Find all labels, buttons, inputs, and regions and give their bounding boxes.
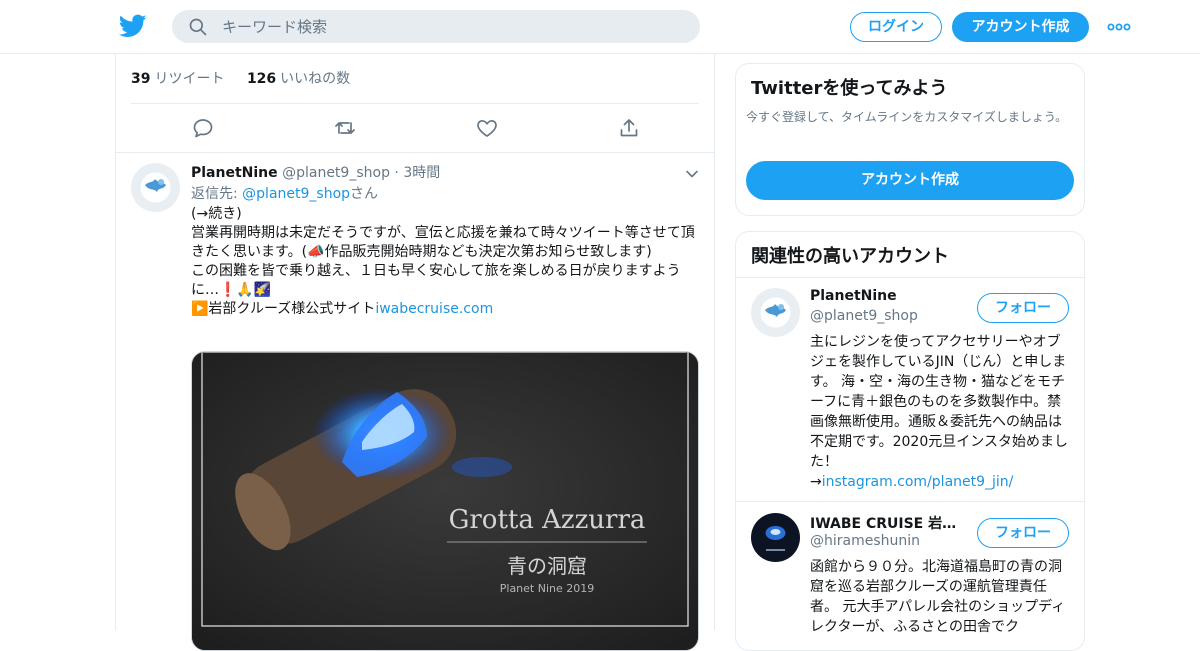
signup-button[interactable]: アカウント作成 <box>952 12 1089 42</box>
retweet-stat[interactable]: 39 リツイート <box>131 54 224 104</box>
signup-prompt-button[interactable]: アカウント作成 <box>746 161 1074 200</box>
signup-prompt-card: Twitterを使ってみよう 今すぐ登録して、タイムラインをカスタマイズしましょ… <box>735 63 1085 216</box>
tweet-author-handle[interactable]: @planet9_shop <box>282 165 390 181</box>
reply-to-link[interactable]: @planet9_shop <box>242 186 350 202</box>
follow-button[interactable]: フォロー <box>977 293 1069 323</box>
like-stat[interactable]: 126 いいねの数 <box>247 54 350 104</box>
search-input[interactable] <box>222 10 682 43</box>
login-button[interactable]: ログイン <box>850 12 942 42</box>
tweet-time[interactable]: 3時間 <box>403 165 440 181</box>
media-subtitle-text: 青の洞窟 <box>507 554 587 578</box>
tweet-header: PlanetNine @planet9_shop · 3時間 <box>191 163 699 183</box>
share-icon[interactable] <box>617 116 641 140</box>
tweet-text: (→続き) 営業再開時期は未定だそうですが、宣伝と応援を兼ねて時々ツイート等させ… <box>191 206 695 317</box>
media-caption-text: Planet Nine 2019 <box>500 582 595 595</box>
media-title-text: Grotta Azzurra <box>449 505 646 535</box>
tweet-actions <box>116 104 714 153</box>
signup-prompt-title: Twitterを使ってみよう <box>751 78 948 99</box>
tweet-media-image[interactable]: Grotta Azzurra 青の洞窟 Planet Nine 2019 <box>191 351 699 651</box>
main-column: 39 リツイート 126 いいねの数 PlanetNine @planet9_s… <box>115 54 715 651</box>
instagram-link[interactable]: instagram.com/planet9_jin/ <box>822 474 1014 490</box>
meta-separator: · <box>394 165 404 181</box>
reply-to: 返信先: @planet9_shopさん <box>191 186 379 202</box>
account-bio: 函館から９０分。北海道福島町の青の洞窟を巡る岩部クルーズの運航管理責任者。 元大… <box>810 559 1066 635</box>
related-accounts-card: 関連性の高いアカウント PlanetNine @planet9_shop フォロ… <box>735 231 1085 651</box>
retweet-icon[interactable] <box>333 116 357 140</box>
search-bar[interactable] <box>172 10 700 43</box>
planet-avatar-image <box>131 163 180 212</box>
signup-prompt-desc: 今すぐ登録して、タイムラインをカスタマイズしましょう。 <box>746 110 1068 124</box>
iwabecruise-link[interactable]: iwabecruise.com <box>375 301 493 317</box>
account-avatar[interactable] <box>751 513 800 562</box>
like-icon[interactable] <box>475 116 499 140</box>
divider <box>736 501 1084 502</box>
account-name[interactable]: IWABE CRUISE 岩… <box>810 513 960 533</box>
tweet-author-name[interactable]: PlanetNine <box>191 165 278 181</box>
related-account-item[interactable]: IWABE CRUISE 岩… @hirameshunin フォロー 函館から９… <box>736 503 1084 650</box>
more-options-icon[interactable] <box>1107 18 1131 36</box>
top-bar: ログイン アカウント作成 <box>0 0 1200 54</box>
reply-tweet[interactable]: PlanetNine @planet9_shop · 3時間 返信先: @pla… <box>116 153 714 651</box>
grotta-azzurra-photo: Grotta Azzurra 青の洞窟 Planet Nine 2019 <box>192 352 698 650</box>
twitter-bird-icon[interactable] <box>119 12 147 40</box>
related-account-item[interactable]: PlanetNine @planet9_shop フォロー 主にレジンを使ってア… <box>736 278 1084 502</box>
follow-button[interactable]: フォロー <box>977 518 1069 548</box>
account-avatar[interactable] <box>751 288 800 337</box>
account-name[interactable]: PlanetNine <box>810 288 960 304</box>
cave-avatar-image <box>751 513 800 562</box>
account-handle[interactable]: @hirameshunin <box>810 533 920 549</box>
tweet-stats: 39 リツイート 126 いいねの数 <box>131 54 699 104</box>
related-accounts-title: 関連性の高いアカウント <box>751 246 949 267</box>
reply-icon[interactable] <box>191 116 215 140</box>
tweet-body: PlanetNine @planet9_shop · 3時間 返信先: @pla… <box>191 163 699 651</box>
chevron-down-icon[interactable] <box>685 167 699 181</box>
account-bio: 主にレジンを使ってアクセサリーやオブジェを製作しているJIN（じん）と申します。… <box>810 334 1068 490</box>
account-handle[interactable]: @planet9_shop <box>810 308 918 324</box>
planet-avatar-image <box>751 288 800 337</box>
search-icon <box>189 18 207 36</box>
tweet-author-avatar[interactable] <box>131 163 180 212</box>
